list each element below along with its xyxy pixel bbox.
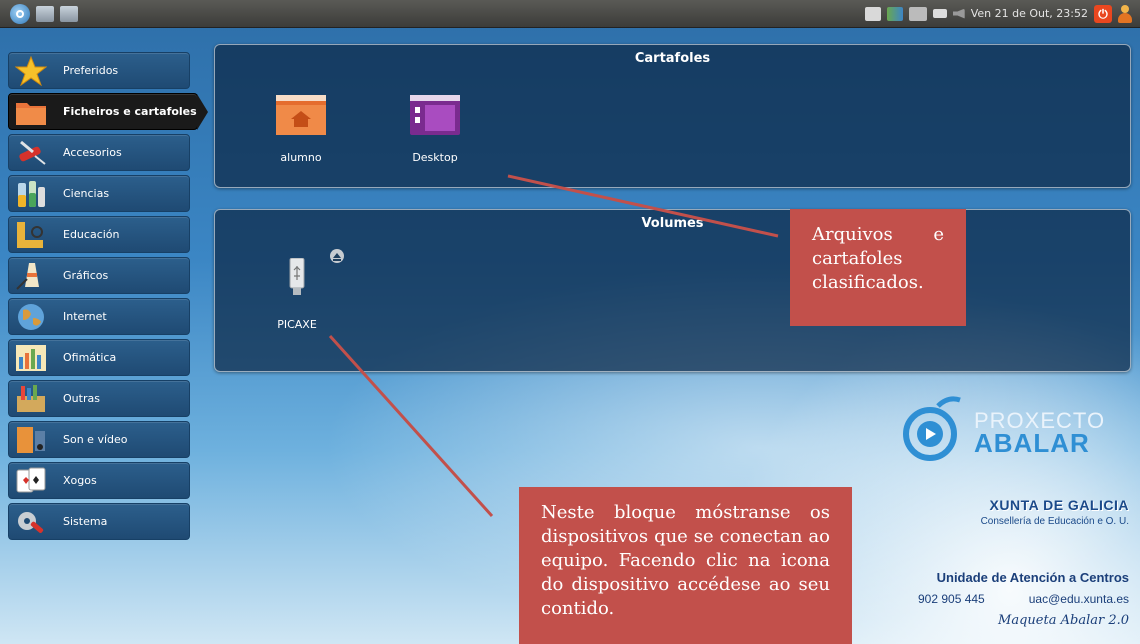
flask-icon xyxy=(15,179,47,209)
maqueta-text: Maqueta Abalar 2.0 xyxy=(998,613,1129,628)
volume-label: PICAXE xyxy=(277,318,317,331)
folder-label: alumno xyxy=(280,151,322,164)
window-list-icon[interactable] xyxy=(36,5,54,22)
system-tray: Ven 21 de Out, 23:52 ⏻ xyxy=(864,4,1132,23)
sidebar-item-ficheiros-e-cartafoles[interactable]: Ficheiros e cartafoles xyxy=(8,93,208,130)
annotation-note-bottom: Neste bloque móstranse os dispositivos q… xyxy=(519,487,852,644)
volumes-panel: Volumes PICAXE xyxy=(214,209,1131,372)
panel-launchers xyxy=(10,3,78,24)
screen-icon[interactable] xyxy=(864,6,881,21)
sidebar-item-ciencias[interactable]: Ciencias xyxy=(8,175,190,212)
cartafoles-panel: Cartafoles alumno Desktop xyxy=(214,44,1131,188)
office-icon xyxy=(15,343,47,373)
folder-icon xyxy=(15,97,47,127)
sidebar-item-label: Son e vídeo xyxy=(63,433,128,446)
misc-box-icon xyxy=(15,384,47,414)
swiss-knife-icon xyxy=(15,138,47,168)
folder-label: Desktop xyxy=(412,151,458,164)
tools-icon xyxy=(15,507,47,537)
clock[interactable]: Ven 21 de Out, 23:52 xyxy=(971,7,1088,20)
volume-picaxe[interactable]: PICAXE xyxy=(242,257,352,331)
sidebar-item-internet[interactable]: Internet xyxy=(8,298,190,335)
sidebar-item-label: Ficheiros e cartafoles xyxy=(63,105,197,118)
sidebar-item-label: Sistema xyxy=(63,515,108,528)
window-list-icon-2[interactable] xyxy=(60,5,78,22)
sidebar-item-label: Ofimática xyxy=(63,351,117,364)
globe-icon xyxy=(15,302,47,332)
sidebar-item-label: Xogos xyxy=(63,474,97,487)
sidebar-item-label: Internet xyxy=(63,310,107,323)
paintbrush-icon xyxy=(15,261,47,291)
sidebar-item-educacion[interactable]: Educación xyxy=(8,216,190,253)
category-sidebar: Preferidos Ficheiros e cartafoles Acceso… xyxy=(8,52,208,544)
sidebar-item-ofimatica[interactable]: Ofimática xyxy=(8,339,190,376)
network-icon[interactable] xyxy=(908,6,927,21)
volume-icon[interactable] xyxy=(952,8,965,19)
sidebar-item-graficos[interactable]: Gráficos xyxy=(8,257,190,294)
star-icon xyxy=(14,55,48,86)
sidebar-item-outras[interactable]: Outras xyxy=(8,380,190,417)
annotation-text: Neste bloque móstranse os dispositivos q… xyxy=(541,502,830,619)
sidebar-item-label: Gráficos xyxy=(63,269,109,282)
battery-icon[interactable] xyxy=(932,9,947,18)
sidebar-item-label: Accesorios xyxy=(63,146,122,159)
sidebar-item-label: Outras xyxy=(63,392,100,405)
desktop-folder-icon xyxy=(409,93,461,137)
cards-icon xyxy=(15,466,47,496)
conselleria-text: Consellería de Educación e O. U. xyxy=(980,516,1129,527)
sidebar-item-label: Ciencias xyxy=(63,187,110,200)
sidebar-item-sistema[interactable]: Sistema xyxy=(8,503,190,540)
phone-text: 902 905 445 xyxy=(918,592,985,606)
sidebar-item-accesorios[interactable]: Accesorios xyxy=(8,134,190,171)
annotation-note-top: Arquivos e cartafoles clasificados. xyxy=(790,209,966,326)
sidebar-item-xogos[interactable]: Xogos xyxy=(8,462,190,499)
folder-desktop[interactable]: Desktop xyxy=(380,93,490,164)
unidade-text: Unidade de Atención a Centros xyxy=(936,570,1129,585)
sidebar-item-label: Educación xyxy=(63,228,120,241)
annotation-text: Arquivos e cartafoles clasificados. xyxy=(812,224,944,293)
sidebar-item-son-e-video[interactable]: Son e vídeo xyxy=(8,421,190,458)
users-icon[interactable] xyxy=(886,6,903,21)
abalar-logo-icon xyxy=(903,396,961,461)
top-panel: Ven 21 de Out, 23:52 ⏻ xyxy=(0,0,1140,28)
abalar-text: ABALAR xyxy=(974,428,1090,458)
proxecto-abalar-logo: PROXECTO ABALAR xyxy=(900,392,1132,462)
sidebar-item-label: Preferidos xyxy=(63,64,119,77)
cartafoles-title: Cartafoles xyxy=(634,51,711,66)
power-icon[interactable]: ⏻ xyxy=(1094,4,1112,23)
eject-icon[interactable] xyxy=(330,249,344,263)
email-text: uac@edu.xunta.es xyxy=(1028,592,1129,606)
sidebar-item-preferidos[interactable]: Preferidos xyxy=(8,52,190,89)
user-icon[interactable] xyxy=(1118,4,1132,23)
volumes-title: Volumes xyxy=(641,216,704,231)
film-icon xyxy=(15,425,47,455)
ubuntu-logo-icon[interactable] xyxy=(10,3,30,24)
xunta-text: XUNTA DE GALICIA xyxy=(989,497,1129,513)
folder-alumno[interactable]: alumno xyxy=(246,93,356,164)
ruler-icon xyxy=(15,220,47,250)
home-folder-icon xyxy=(275,93,327,137)
usb-drive-icon xyxy=(288,257,306,296)
